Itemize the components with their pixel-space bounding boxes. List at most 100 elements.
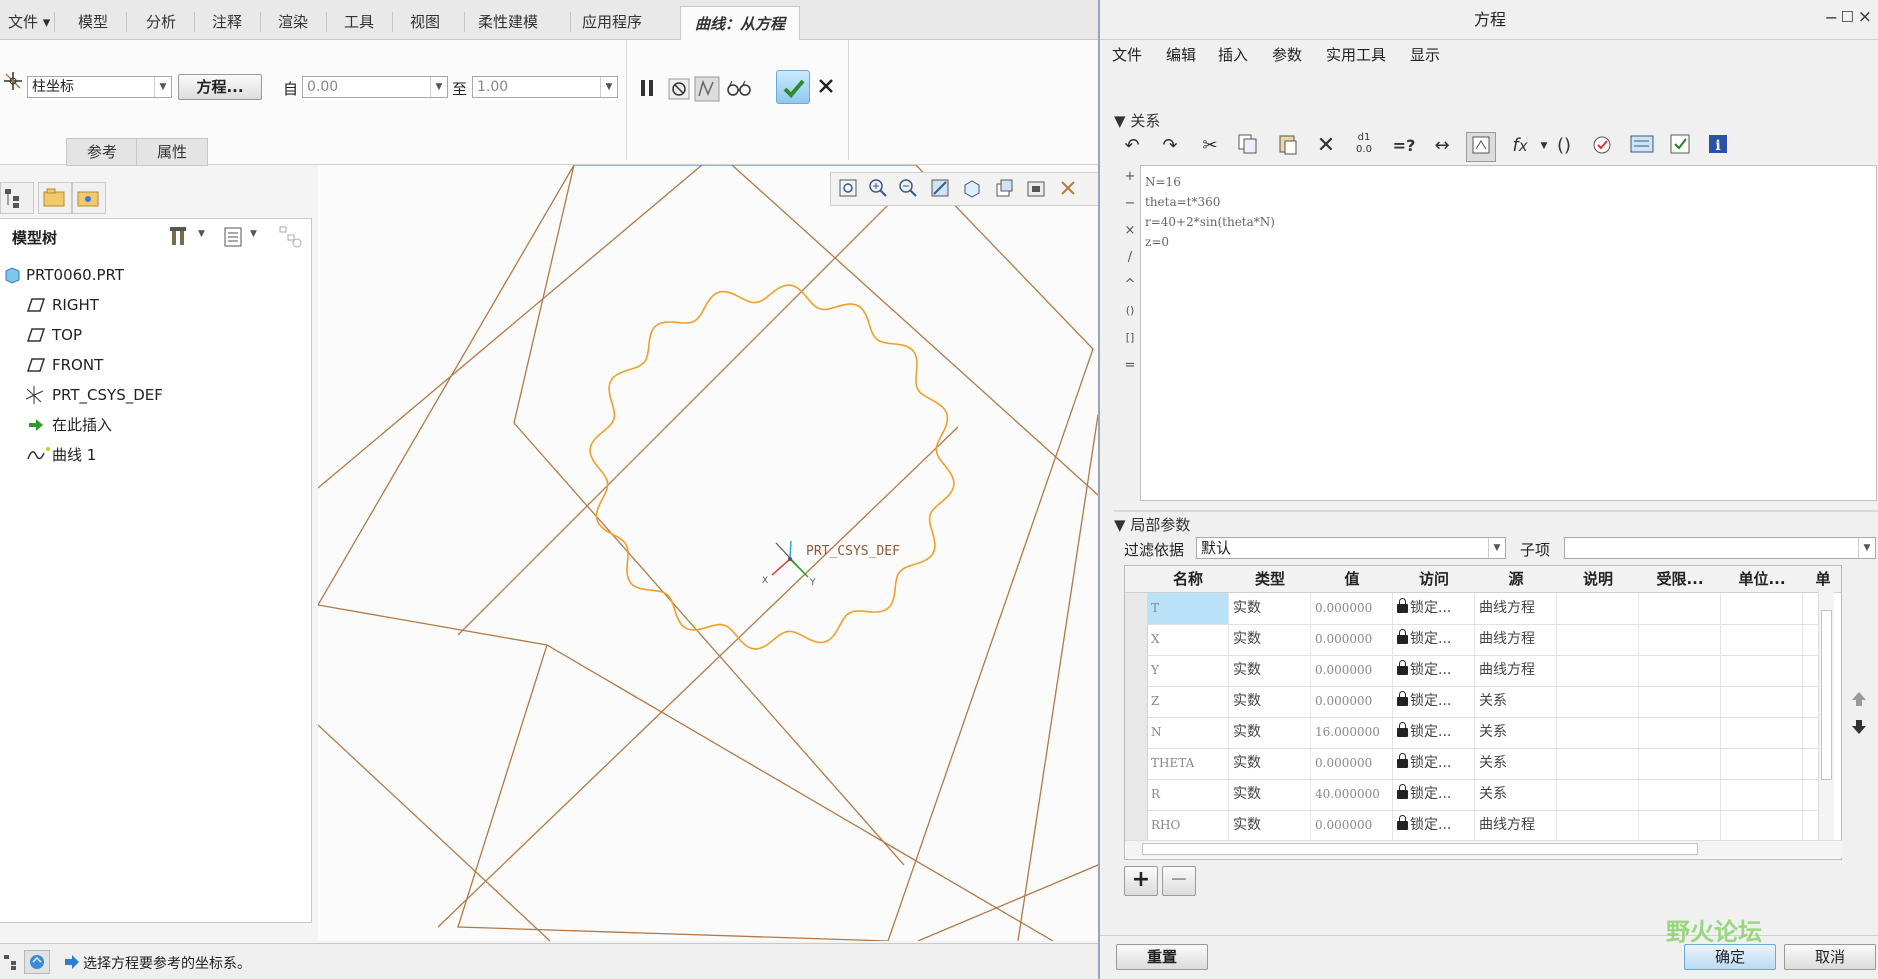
param-unit[interactable]: [1721, 779, 1803, 810]
param-restricted[interactable]: [1639, 748, 1721, 779]
param-access[interactable]: 锁定...: [1393, 810, 1475, 841]
param-access[interactable]: 锁定...: [1393, 655, 1475, 686]
param-description[interactable]: [1557, 810, 1639, 841]
column-header[interactable]: 源: [1475, 566, 1558, 593]
copy-icon[interactable]: [1234, 132, 1262, 160]
param-unit[interactable]: [1721, 686, 1803, 717]
row-header[interactable]: [1125, 717, 1148, 748]
param-source[interactable]: 曲线方程: [1475, 810, 1557, 841]
param-name[interactable]: T: [1147, 593, 1229, 624]
execute-relations-icon[interactable]: [1666, 132, 1694, 160]
refit-icon[interactable]: [835, 178, 861, 202]
zoom-out-icon[interactable]: [895, 178, 921, 202]
param-description[interactable]: [1557, 593, 1639, 624]
table-vertical-scrollbar[interactable]: [1818, 590, 1834, 840]
param-unit[interactable]: [1721, 655, 1803, 686]
column-header[interactable]: 类型: [1229, 566, 1312, 593]
datum-display-icon[interactable]: [1055, 178, 1081, 202]
relation-line[interactable]: N=16: [1145, 172, 1872, 192]
zoom-in-icon[interactable]: [865, 178, 891, 202]
confirm-button[interactable]: [776, 70, 810, 104]
equation-curve[interactable]: [589, 284, 955, 650]
param-restricted[interactable]: [1639, 624, 1721, 655]
row-header[interactable]: [1125, 810, 1148, 841]
param-restricted[interactable]: [1639, 810, 1721, 841]
param-value[interactable]: 0.000000: [1311, 686, 1393, 717]
to-value-input[interactable]: 1.00 ▼: [472, 76, 618, 98]
cut-icon[interactable]: ✂: [1196, 132, 1224, 160]
param-value[interactable]: 0.000000: [1311, 655, 1393, 686]
param-source[interactable]: 关系: [1475, 779, 1557, 810]
param-description[interactable]: [1557, 779, 1639, 810]
param-restricted[interactable]: [1639, 717, 1721, 748]
column-header[interactable]: 单: [1803, 566, 1841, 593]
tree-item-right[interactable]: RIGHT: [0, 292, 300, 318]
tab-annotate[interactable]: 注释: [204, 10, 250, 34]
tree-item-top[interactable]: TOP: [0, 322, 300, 348]
remove-parameter-button[interactable]: −: [1162, 866, 1196, 896]
operator-parentheses[interactable]: (): [1122, 304, 1138, 317]
pause-icon[interactable]: [638, 78, 656, 98]
view-manager-icon[interactable]: [1023, 178, 1049, 202]
table-horizontal-scrollbar[interactable]: [1126, 840, 1842, 858]
show-dimension-icon[interactable]: [1466, 132, 1496, 162]
row-header[interactable]: [1125, 655, 1148, 686]
param-description[interactable]: [1557, 624, 1639, 655]
scroll-thumb[interactable]: [1142, 843, 1698, 855]
dialog-menu-file[interactable]: 文件: [1112, 44, 1142, 65]
param-source[interactable]: 关系: [1475, 686, 1557, 717]
param-unit[interactable]: [1721, 717, 1803, 748]
relations-section-toggle[interactable]: ▼ 关系: [1114, 110, 1160, 131]
param-type[interactable]: 实数: [1229, 748, 1311, 779]
param-access[interactable]: 锁定...: [1393, 624, 1475, 655]
param-access[interactable]: 锁定...: [1393, 717, 1475, 748]
brackets-icon[interactable]: (): [1550, 132, 1578, 160]
redo-icon[interactable]: ↷: [1156, 132, 1184, 160]
from-value-input[interactable]: 0.00 ▼: [302, 76, 448, 98]
param-unit[interactable]: [1721, 624, 1803, 655]
display-style-icon[interactable]: [959, 178, 985, 202]
settings-tools-icon[interactable]: [168, 223, 192, 249]
show-options-icon[interactable]: [222, 225, 244, 249]
param-name[interactable]: RHO: [1147, 810, 1229, 841]
dimension-icon[interactable]: ↔: [1428, 132, 1456, 160]
subitem-select[interactable]: ▼: [1564, 537, 1876, 559]
param-value[interactable]: 40.000000: [1311, 779, 1393, 810]
param-value[interactable]: 16.000000: [1311, 717, 1393, 748]
tree-item-curve[interactable]: 曲线 1: [0, 442, 300, 468]
param-type[interactable]: 实数: [1229, 686, 1311, 717]
dialog-menu-edit[interactable]: 编辑: [1166, 44, 1196, 65]
operator-brackets[interactable]: []: [1122, 331, 1138, 344]
table-row[interactable]: RHO 实数 0.000000 锁定... 曲线方程: [1125, 810, 1825, 842]
tree-item-front[interactable]: FRONT: [0, 352, 300, 378]
model-tree-tab[interactable]: [0, 182, 34, 214]
param-name[interactable]: Z: [1147, 686, 1229, 717]
column-header[interactable]: 名称: [1147, 566, 1230, 593]
tab-flexible-modeling[interactable]: 柔性建模: [470, 10, 546, 34]
repaint-icon[interactable]: [927, 178, 953, 202]
param-value[interactable]: 0.000000: [1311, 748, 1393, 779]
param-restricted[interactable]: [1639, 655, 1721, 686]
param-access[interactable]: 锁定...: [1393, 779, 1475, 810]
column-header[interactable]: 受限...: [1639, 566, 1722, 593]
param-access[interactable]: 锁定...: [1393, 748, 1475, 779]
param-name[interactable]: R: [1147, 779, 1229, 810]
table-row[interactable]: Y 实数 0.000000 锁定... 曲线方程: [1125, 655, 1825, 687]
operator-multiply[interactable]: ×: [1122, 223, 1138, 238]
minimize-icon[interactable]: −: [1825, 8, 1838, 27]
param-description[interactable]: [1557, 717, 1639, 748]
param-source[interactable]: 关系: [1475, 748, 1557, 779]
tree-item-part[interactable]: PRT0060.PRT: [0, 262, 300, 288]
tab-render[interactable]: 渲染: [270, 10, 316, 34]
param-value[interactable]: 0.000000: [1311, 810, 1393, 841]
evaluate-icon[interactable]: =?: [1390, 132, 1418, 160]
glasses-icon[interactable]: [726, 78, 752, 98]
row-header[interactable]: [1125, 593, 1148, 624]
param-unit[interactable]: [1721, 748, 1803, 779]
coord-type-select[interactable]: 柱坐标 ▼: [27, 76, 172, 98]
no-preview-icon[interactable]: [668, 78, 690, 100]
dialog-menu-parameters[interactable]: 参数: [1272, 44, 1302, 65]
dialog-menu-display[interactable]: 显示: [1410, 44, 1440, 65]
local-params-section-toggle[interactable]: ▼ 局部参数: [1114, 514, 1190, 535]
relations-editor[interactable]: N=16 theta=t*360 r=40+2*sin(theta*N) z=0: [1140, 165, 1877, 501]
